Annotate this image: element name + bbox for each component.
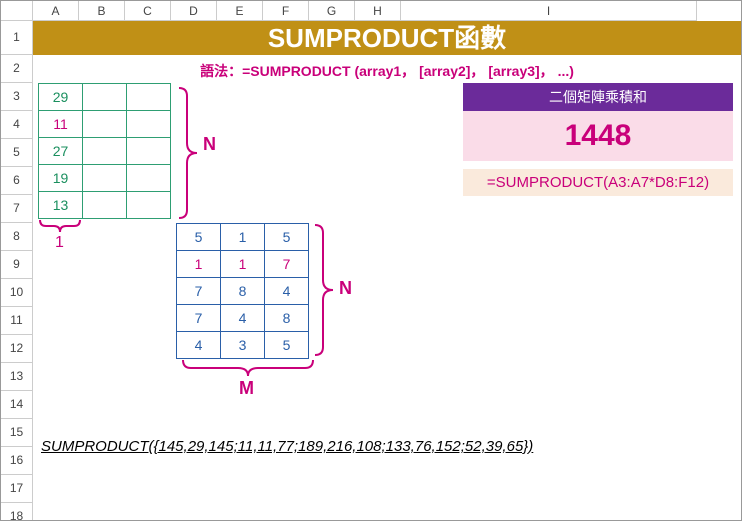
t2-r3c1[interactable]: 4 (221, 305, 265, 332)
t2-r3c2[interactable]: 8 (265, 305, 309, 332)
row-12[interactable]: 12 (1, 335, 33, 363)
col-E[interactable]: E (217, 1, 263, 21)
brace-n1-icon (177, 86, 199, 226)
row-3[interactable]: 3 (1, 83, 33, 111)
title-band: SUMPRODUCT函數 (33, 21, 741, 55)
t1-r3c0[interactable]: 19 (39, 165, 83, 192)
brace-n2-icon (313, 223, 335, 363)
row-17[interactable]: 17 (1, 475, 33, 503)
t2-r0c0[interactable]: 5 (177, 224, 221, 251)
column-headers: A B C D E F G H I (1, 1, 741, 21)
t2-r4c0[interactable]: 4 (177, 332, 221, 359)
row-5[interactable]: 5 (1, 139, 33, 167)
matrix-1: 29 11 27 19 13 (38, 83, 171, 219)
t2-r2c0[interactable]: 7 (177, 278, 221, 305)
t1-r2c2[interactable] (127, 138, 171, 165)
corner-cell[interactable] (1, 1, 33, 21)
t2-r0c1[interactable]: 1 (221, 224, 265, 251)
col-C[interactable]: C (125, 1, 171, 21)
row-8[interactable]: 8 (1, 223, 33, 251)
row-13[interactable]: 13 (1, 363, 33, 391)
row-6[interactable]: 6 (1, 167, 33, 195)
brace-m-label: M (239, 378, 254, 399)
t2-r0c2[interactable]: 5 (265, 224, 309, 251)
t2-r1c2[interactable]: 7 (265, 251, 309, 278)
row-2[interactable]: 2 (1, 55, 33, 83)
result-heading: 二個矩陣乘積和 (463, 83, 733, 111)
syntax-text: 語法：=SUMPRODUCT (array1， [array2]， [array… (33, 55, 741, 83)
grid-content: SUMPRODUCT函數 語法：=SUMPRODUCT (array1， [ar… (33, 21, 741, 520)
t1-r4c0[interactable]: 13 (39, 192, 83, 219)
t1-r0c1[interactable] (83, 84, 127, 111)
t2-r4c1[interactable]: 3 (221, 332, 265, 359)
col-A[interactable]: A (33, 1, 79, 21)
row-4[interactable]: 4 (1, 111, 33, 139)
result-panel: 二個矩陣乘積和 1448 =SUMPRODUCT(A3:A7*D8:F12) (463, 83, 733, 196)
t1-r2c0[interactable]: 27 (39, 138, 83, 165)
t2-r4c2[interactable]: 5 (265, 332, 309, 359)
row-1[interactable]: 1 (1, 21, 33, 55)
row-11[interactable]: 11 (1, 307, 33, 335)
t1-r0c2[interactable] (127, 84, 171, 111)
t2-r2c2[interactable]: 4 (265, 278, 309, 305)
t1-r1c0[interactable]: 11 (39, 111, 83, 138)
row-10[interactable]: 10 (1, 279, 33, 307)
col-G[interactable]: G (309, 1, 355, 21)
row-15[interactable]: 15 (1, 419, 33, 447)
t1-r1c1[interactable] (83, 111, 127, 138)
t2-r3c0[interactable]: 7 (177, 305, 221, 332)
result-formula[interactable]: =SUMPRODUCT(A3:A7*D8:F12) (463, 169, 733, 196)
matrix-2: 515 117 784 748 435 (176, 223, 309, 359)
expanded-formula[interactable]: SUMPRODUCT({145,29,145;11,11,77;189,216,… (41, 437, 421, 457)
t1-r1c2[interactable] (127, 111, 171, 138)
col-D[interactable]: D (171, 1, 217, 21)
t1-r2c1[interactable] (83, 138, 127, 165)
brace-n2-label: N (339, 278, 352, 299)
t2-r1c0[interactable]: 1 (177, 251, 221, 278)
result-value[interactable]: 1448 (463, 111, 733, 161)
t1-r3c1[interactable] (83, 165, 127, 192)
t2-r2c1[interactable]: 8 (221, 278, 265, 305)
row-9[interactable]: 9 (1, 251, 33, 279)
t1-r4c2[interactable] (127, 192, 171, 219)
col-H[interactable]: H (355, 1, 401, 21)
t1-r4c1[interactable] (83, 192, 127, 219)
row-16[interactable]: 16 (1, 447, 33, 475)
brace-n1-label: N (203, 134, 216, 155)
brace-1-label: 1 (55, 234, 64, 252)
row-14[interactable]: 14 (1, 391, 33, 419)
spreadsheet-view: A B C D E F G H I 1 2 3 4 5 6 7 8 9 10 1… (0, 0, 742, 521)
t1-r0c0[interactable]: 29 (39, 84, 83, 111)
col-F[interactable]: F (263, 1, 309, 21)
t1-r3c2[interactable] (127, 165, 171, 192)
row-headers: 1 2 3 4 5 6 7 8 9 10 11 12 13 14 15 16 1… (1, 21, 33, 521)
row-7[interactable]: 7 (1, 195, 33, 223)
t2-r1c1[interactable]: 1 (221, 251, 265, 278)
col-B[interactable]: B (79, 1, 125, 21)
row-18[interactable]: 18 (1, 503, 33, 521)
col-I[interactable]: I (401, 1, 697, 21)
